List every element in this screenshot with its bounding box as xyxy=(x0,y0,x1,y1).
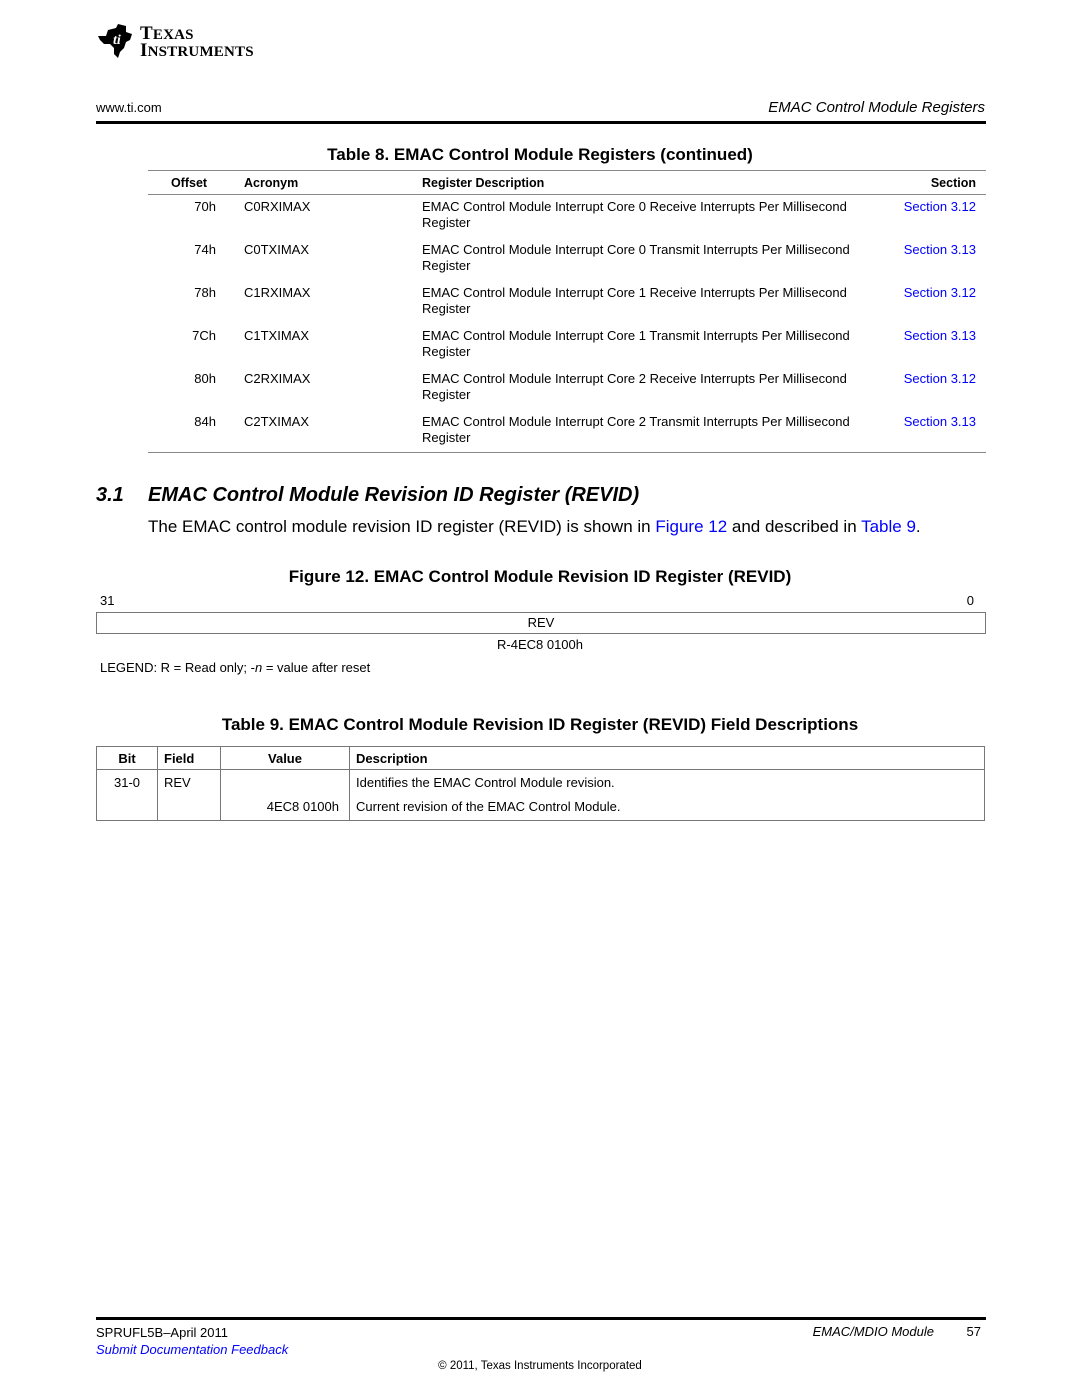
cell-field xyxy=(157,794,221,821)
table8-title: Table 8. EMAC Control Module Registers (… xyxy=(327,145,753,164)
cell-description: EMAC Control Module Interrupt Core 0 Rec… xyxy=(422,199,847,230)
cell-description: EMAC Control Module Interrupt Core 1 Rec… xyxy=(422,285,847,316)
section-link[interactable]: Section 3.12 xyxy=(904,199,976,214)
para-text: The EMAC control module revision ID regi… xyxy=(148,517,656,536)
cell-description: EMAC Control Module Interrupt Core 2 Tra… xyxy=(416,410,868,453)
register-field-box: REV xyxy=(96,612,986,634)
logo-wordmark: TEXAS INSTRUMENTS xyxy=(140,23,254,61)
header-rule xyxy=(96,121,986,124)
cell-description: Identifies the EMAC Control Module revis… xyxy=(349,769,985,794)
section-title: EMAC Control Module Revision ID Register… xyxy=(148,484,640,506)
table8: Offset Acronym Register Description Sect… xyxy=(148,170,986,453)
cell-description: EMAC Control Module Interrupt Core 1 Tra… xyxy=(422,328,850,359)
cell-offset: 78h xyxy=(194,285,216,300)
cell-offset: 80h xyxy=(194,371,216,386)
ti-logo: ti TEXAS INSTRUMENTS xyxy=(96,22,266,64)
table-row: 80h C2RXIMAX EMAC Control Module Interru… xyxy=(148,367,986,410)
section-link[interactable]: Section 3.13 xyxy=(904,328,976,343)
col-header-offset: Offset xyxy=(148,170,230,195)
footer-page-number: 57 xyxy=(966,1324,981,1339)
cell-description: EMAC Control Module Interrupt Core 0 Tra… xyxy=(422,242,850,273)
table8-header-row: Offset Acronym Register Description Sect… xyxy=(148,170,986,195)
table9-link[interactable]: Table 9 xyxy=(861,517,916,536)
table9: Bit Field Value Description 31-0 REV Ide… xyxy=(96,746,985,821)
figure12-link[interactable]: Figure 12 xyxy=(655,517,727,536)
cell-acronym: C1RXIMAX xyxy=(244,285,311,300)
feedback-link[interactable]: Submit Documentation Feedback xyxy=(96,1342,288,1357)
register-legend: LEGEND: R = Read only; -n = value after … xyxy=(100,660,370,675)
table-row: 31-0 REV Identifies the EMAC Control Mod… xyxy=(96,769,985,794)
svg-text:ti: ti xyxy=(113,33,121,48)
table9-header-row: Bit Field Value Description xyxy=(96,746,985,770)
footer-rule xyxy=(96,1317,986,1320)
cell-value xyxy=(220,769,350,794)
cell-value: 4EC8 0100h xyxy=(220,794,350,821)
cell-offset: 84h xyxy=(148,410,230,453)
register-reset-value: R-4EC8 0100h xyxy=(497,637,583,652)
section-number: 3.1 xyxy=(96,484,124,506)
figure12-title: Figure 12. EMAC Control Module Revision … xyxy=(288,567,792,586)
footer-doc-id: SPRUFL5B–April 2011 xyxy=(96,1325,228,1340)
header-section-title: EMAC Control Module Registers xyxy=(768,99,985,116)
table-row: 4EC8 0100h Current revision of the EMAC … xyxy=(96,794,985,821)
section-link[interactable]: Section 3.12 xyxy=(904,371,976,386)
cell-description: Current revision of the EMAC Control Mod… xyxy=(349,794,985,821)
header-url[interactable]: www.ti.com xyxy=(96,100,162,115)
footer-copyright: © 2011, Texas Instruments Incorporated xyxy=(438,1360,642,1372)
section-link[interactable]: Section 3.13 xyxy=(904,242,976,257)
para-text: and described in xyxy=(727,517,862,536)
table-row: 7Ch C1TXIMAX EMAC Control Module Interru… xyxy=(148,324,986,367)
cell-offset: 7Ch xyxy=(192,328,216,343)
section-link[interactable]: Section 3.12 xyxy=(904,285,976,300)
cell-offset: 74h xyxy=(194,242,216,257)
col-header-description: Description xyxy=(349,746,985,770)
col-header-bit: Bit xyxy=(96,746,158,770)
cell-offset: 70h xyxy=(194,199,216,214)
logo-line2: NSTRUMENTS xyxy=(147,44,254,60)
table-row: 70h C0RXIMAX EMAC Control Module Interru… xyxy=(148,195,986,239)
table-row: 78h C1RXIMAX EMAC Control Module Interru… xyxy=(148,281,986,324)
cell-acronym: C2RXIMAX xyxy=(244,371,311,386)
section-link[interactable]: Section 3.13 xyxy=(904,414,976,429)
table-row: 84h C2TXIMAX EMAC Control Module Interru… xyxy=(148,410,986,453)
col-header-field: Field xyxy=(157,746,221,770)
col-header-register-description: Register Description xyxy=(416,170,868,195)
bit-high-label: 31 xyxy=(100,593,115,608)
table-row: 74h C0TXIMAX EMAC Control Module Interru… xyxy=(148,238,986,281)
cell-acronym: C1TXIMAX xyxy=(244,328,310,343)
cell-bit: 31-0 xyxy=(96,769,158,794)
table9-title: Table 9. EMAC Control Module Revision ID… xyxy=(221,715,859,734)
col-header-section: Section xyxy=(868,170,986,195)
col-header-value: Value xyxy=(220,746,350,770)
section-paragraph: The EMAC control module revision ID regi… xyxy=(148,517,921,537)
cell-bit xyxy=(96,794,158,821)
cell-acronym: C0RXIMAX xyxy=(244,199,311,214)
cell-acronym: C2TXIMAX xyxy=(230,410,416,453)
cell-field: REV xyxy=(157,769,221,794)
legend-text: LEGEND: R = Read only; - xyxy=(100,660,255,675)
col-header-acronym: Acronym xyxy=(230,170,416,195)
bit-low-label: 0 xyxy=(966,593,974,608)
footer-module: EMAC/MDIO Module xyxy=(812,1324,934,1339)
legend-text: = value after reset xyxy=(262,660,371,675)
para-text: . xyxy=(915,517,921,536)
cell-description: EMAC Control Module Interrupt Core 2 Rec… xyxy=(422,371,847,402)
logo-line1: EXAS xyxy=(152,27,194,43)
cell-acronym: C0TXIMAX xyxy=(244,242,310,257)
ti-logo-icon: ti xyxy=(98,24,132,58)
